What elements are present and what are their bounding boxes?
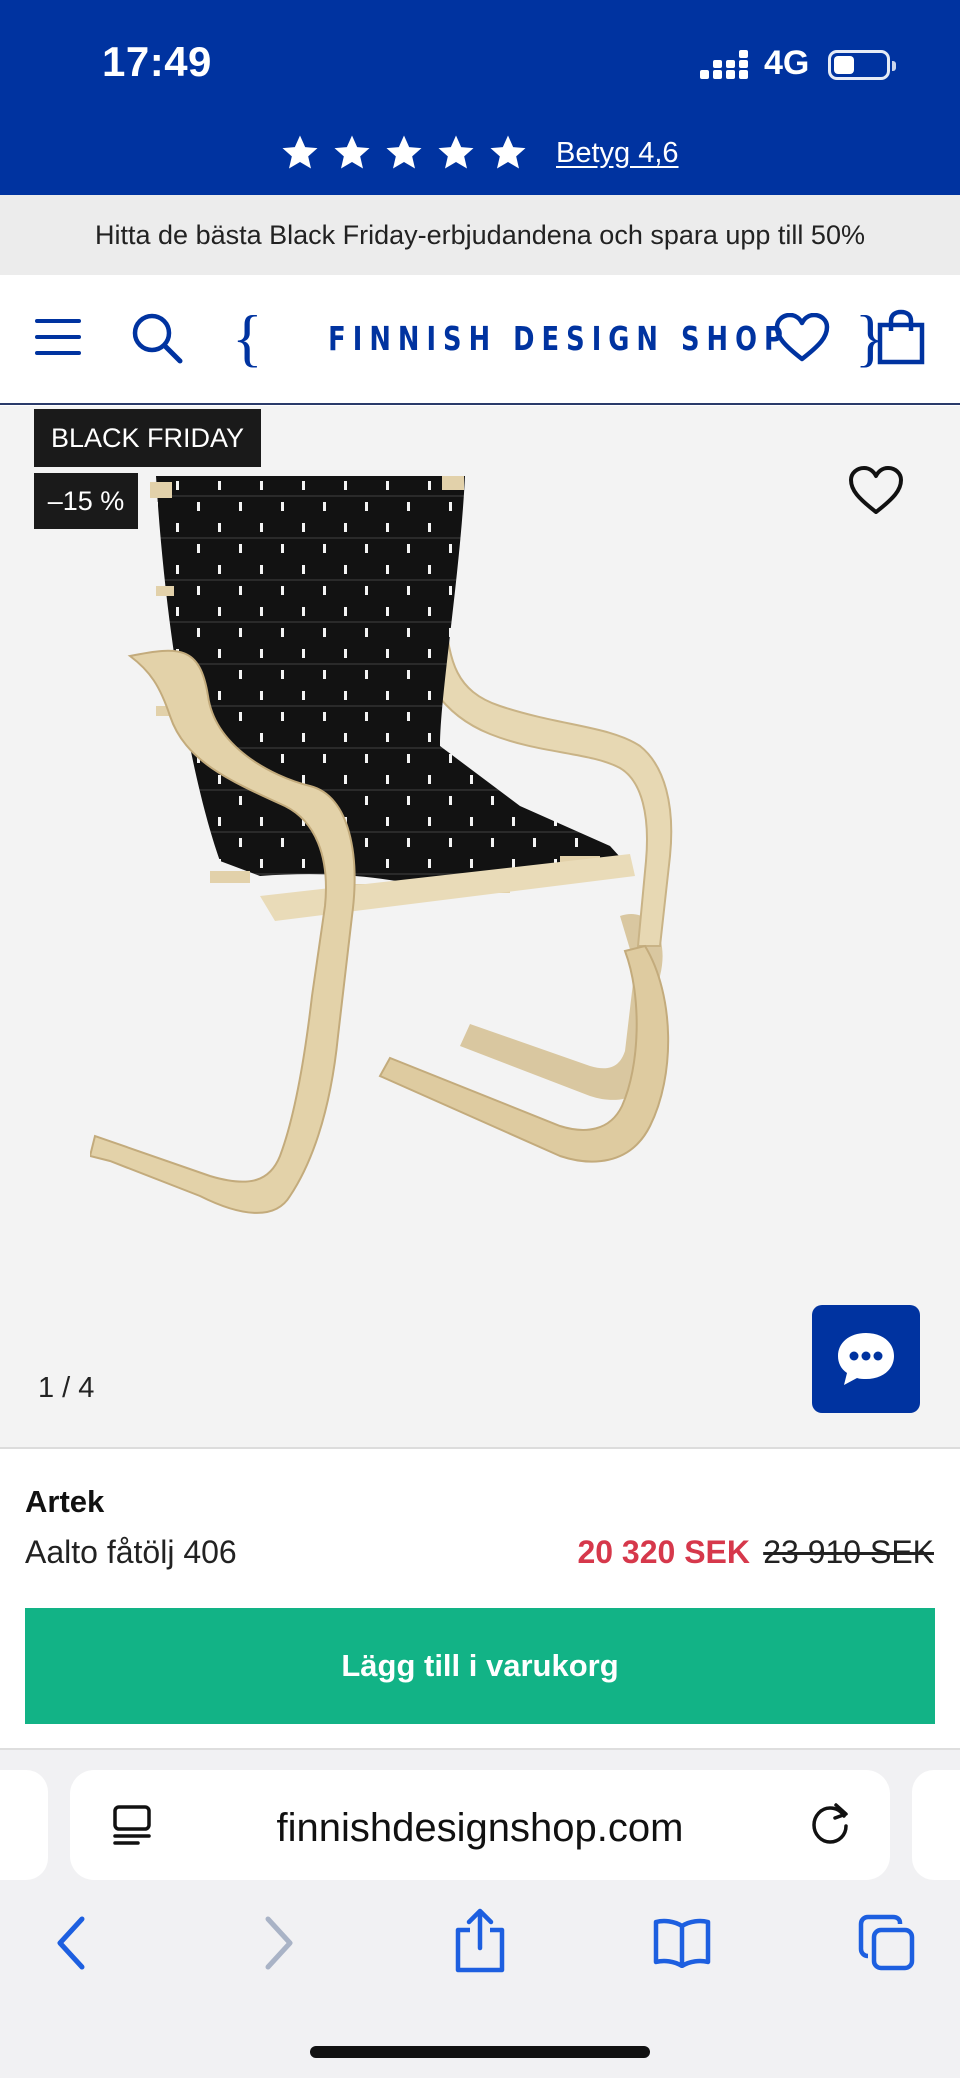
url-text: finnishdesignshop.com bbox=[276, 1806, 684, 1850]
star-icon bbox=[282, 135, 318, 169]
logo-brace-left: { bbox=[232, 302, 263, 373]
chat-bubble-icon bbox=[838, 1333, 894, 1385]
promo-banner[interactable]: Hitta de bästa Black Friday-erbjudandena… bbox=[0, 195, 960, 275]
back-icon[interactable] bbox=[52, 1915, 92, 1971]
armchair-photo bbox=[90, 476, 673, 1214]
star-icon bbox=[386, 135, 422, 169]
tabs-icon[interactable] bbox=[858, 1914, 916, 1972]
reload-icon[interactable] bbox=[810, 1802, 854, 1848]
forward-icon[interactable] bbox=[258, 1915, 298, 1971]
product-gallery[interactable]: BLACK FRIDAY –15 % 1 / 4 bbox=[0, 406, 960, 1449]
address-bar[interactable]: finnishdesignshop.com bbox=[70, 1770, 890, 1880]
sale-price: 20 320 SEK bbox=[577, 1534, 750, 1570]
search-icon[interactable] bbox=[130, 311, 184, 365]
product-name: Aalto fåtölj 406 bbox=[25, 1534, 237, 1570]
chat-button[interactable] bbox=[812, 1305, 920, 1413]
heart-icon[interactable] bbox=[774, 313, 830, 363]
site-logo[interactable]: { FINNISH DESIGN SHOP } bbox=[232, 302, 885, 373]
rating-row[interactable]: Betyg 4,6 bbox=[280, 133, 679, 173]
top-banner: 17:49 4G Betyg 4,6 bbox=[0, 0, 960, 195]
product-brand[interactable]: Artek bbox=[25, 1484, 104, 1520]
promo-text: Hitta de bästa Black Friday-erbjudandena… bbox=[95, 219, 865, 250]
status-time: 17:49 bbox=[102, 38, 212, 85]
star-icon bbox=[490, 135, 526, 169]
black-friday-badge: BLACK FRIDAY bbox=[34, 409, 261, 467]
next-tab-peek[interactable] bbox=[912, 1770, 960, 1880]
image-counter: 1 / 4 bbox=[38, 1372, 95, 1404]
network-type: 4G bbox=[764, 44, 810, 82]
add-to-cart-button[interactable]: Lägg till i varukorg bbox=[25, 1608, 935, 1724]
menu-icon[interactable] bbox=[34, 315, 82, 359]
share-icon[interactable] bbox=[452, 1908, 508, 1974]
product-summary: Artek Aalto fåtölj 406 20 320 SEK 23 910… bbox=[0, 1450, 960, 1750]
logo-text: FINNISH DESIGN SHOP bbox=[327, 318, 790, 358]
star-icon bbox=[334, 135, 370, 169]
site-header: { FINNISH DESIGN SHOP } bbox=[0, 275, 960, 405]
home-indicator[interactable] bbox=[310, 2046, 650, 2058]
original-price: 23 910 SEK bbox=[763, 1534, 934, 1570]
star-icon bbox=[438, 135, 474, 169]
rating-link[interactable]: Betyg 4,6 bbox=[556, 137, 679, 170]
bookmarks-icon[interactable] bbox=[652, 1918, 712, 1968]
battery-icon bbox=[828, 50, 896, 80]
browser-toolbar: finnishdesignshop.com bbox=[0, 1748, 960, 2078]
signal-icon bbox=[700, 50, 748, 79]
bag-icon[interactable] bbox=[876, 309, 926, 365]
previous-tab-peek[interactable] bbox=[0, 1770, 48, 1880]
